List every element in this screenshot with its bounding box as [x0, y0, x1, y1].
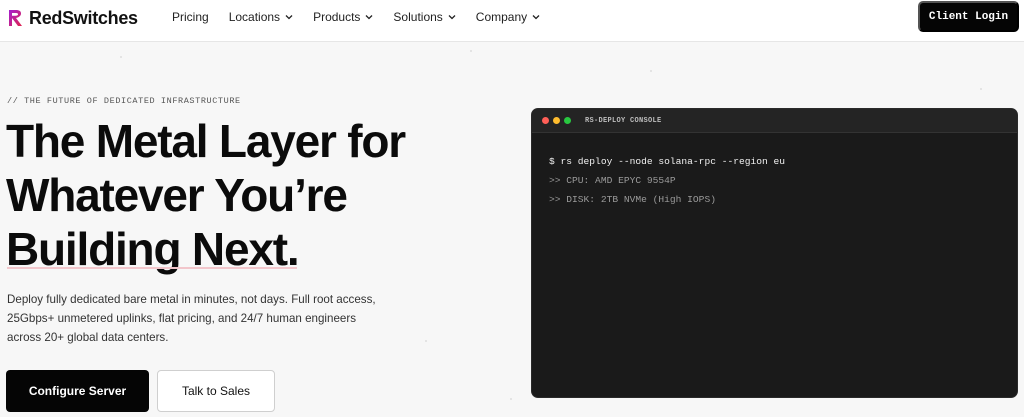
- hero-description: Deploy fully dedicated bare metal in min…: [7, 293, 376, 344]
- nav-item-locations[interactable]: Locations: [229, 10, 293, 24]
- minimize-dot-icon: [553, 117, 560, 124]
- console-output-line: >> CPU: AMD EPYC 9554P: [549, 175, 676, 186]
- brand-logo[interactable]: RedSwitches: [7, 7, 138, 29]
- hero-headline: The Metal Layer for Whatever You’re Buil…: [6, 114, 476, 276]
- chevron-down-icon: [532, 15, 540, 20]
- redswitches-logo-icon: [9, 10, 22, 26]
- background-speck: [510, 398, 512, 400]
- nav-item-solutions[interactable]: Solutions: [393, 10, 456, 24]
- chevron-down-icon: [448, 15, 456, 20]
- console-output: $ rs deploy --node solana-rpc --region e…: [532, 133, 1017, 209]
- brand-name: RedSwitches: [29, 7, 138, 28]
- background-speck: [980, 88, 982, 90]
- console-command-line: $ rs deploy --node solana-rpc --region e…: [549, 156, 786, 167]
- deploy-console: RS-DEPLOY CONSOLE $ rs deploy --node sol…: [531, 108, 1018, 398]
- headline-underline: [7, 267, 297, 269]
- console-title-bar: RS-DEPLOY CONSOLE: [532, 109, 1017, 133]
- background-speck: [650, 70, 652, 72]
- console-title: RS-DEPLOY CONSOLE: [585, 116, 662, 125]
- nav-item-label: Locations: [228, 10, 281, 24]
- background-speck: [425, 340, 427, 342]
- background-speck: [470, 50, 472, 52]
- nav-item-products[interactable]: Products: [313, 10, 373, 24]
- headline-line: The Metal Layer for: [6, 115, 406, 167]
- main-nav: Pricing Locations Products Solutions Com…: [172, 0, 560, 34]
- maximize-dot-icon: [564, 117, 571, 124]
- hero-tagline: // THE FUTURE OF DEDICATED INFRASTRUCTUR…: [7, 96, 241, 106]
- client-login-button[interactable]: Client Login: [918, 1, 1019, 32]
- console-output-line: >> DISK: 2TB NVMe (High IOPS): [549, 194, 716, 205]
- chevron-down-icon: [285, 15, 293, 20]
- nav-item-label: Pricing: [172, 10, 209, 24]
- background-speck: [120, 56, 122, 58]
- headline-line: Whatever You’re: [6, 169, 348, 221]
- nav-item-label: Solutions: [393, 10, 443, 24]
- nav-item-label: Products: [313, 10, 361, 24]
- talk-to-sales-button[interactable]: Talk to Sales: [157, 370, 275, 412]
- nav-item-company[interactable]: Company: [476, 10, 540, 24]
- site-header: RedSwitches Pricing Locations Products S…: [0, 0, 1024, 42]
- nav-item-pricing[interactable]: Pricing: [172, 10, 209, 24]
- configure-server-button[interactable]: Configure Server: [6, 370, 149, 412]
- close-dot-icon: [542, 117, 549, 124]
- nav-item-label: Company: [475, 10, 528, 24]
- chevron-down-icon: [365, 15, 373, 20]
